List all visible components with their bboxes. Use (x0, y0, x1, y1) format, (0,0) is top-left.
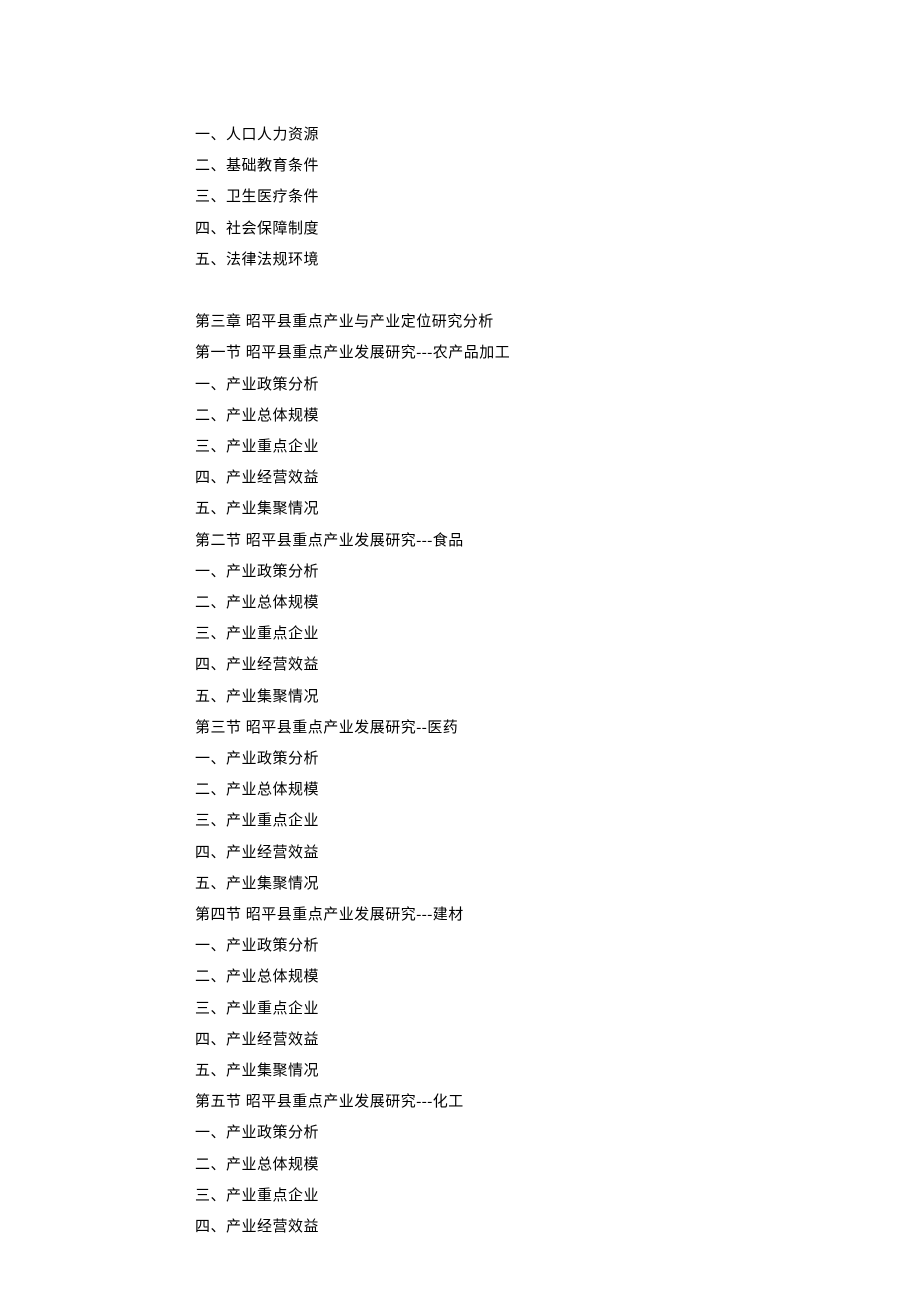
toc-line: 一、产业政策分析 (195, 1118, 725, 1149)
toc-line: 一、产业政策分析 (195, 744, 725, 775)
toc-line: 五、法律法规环境 (195, 245, 725, 276)
toc-line: 三、产业重点企业 (195, 806, 725, 837)
toc-line: 四、产业经营效益 (195, 1212, 725, 1243)
toc-line: 三、产业重点企业 (195, 432, 725, 463)
toc-line: 三、产业重点企业 (195, 1181, 725, 1212)
toc-line: 一、人口人力资源 (195, 120, 725, 151)
toc-line: 一、产业政策分析 (195, 931, 725, 962)
toc-line: 三、产业重点企业 (195, 994, 725, 1025)
toc-section-heading: 第三节 昭平县重点产业发展研究--医药 (195, 713, 725, 744)
toc-line: 四、产业经营效益 (195, 650, 725, 681)
toc-line: 二、基础教育条件 (195, 151, 725, 182)
toc-line: 四、社会保障制度 (195, 214, 725, 245)
toc-line: 一、产业政策分析 (195, 370, 725, 401)
toc-line: 二、产业总体规模 (195, 588, 725, 619)
toc-section-heading: 第四节 昭平县重点产业发展研究---建材 (195, 900, 725, 931)
toc-section-heading: 第五节 昭平县重点产业发展研究---化工 (195, 1087, 725, 1118)
toc-line: 一、产业政策分析 (195, 557, 725, 588)
toc-line: 五、产业集聚情况 (195, 1056, 725, 1087)
toc-line: 四、产业经营效益 (195, 838, 725, 869)
toc-section-heading: 第二节 昭平县重点产业发展研究---食品 (195, 526, 725, 557)
toc-line: 五、产业集聚情况 (195, 494, 725, 525)
document-content: 一、人口人力资源 二、基础教育条件 三、卫生医疗条件 四、社会保障制度 五、法律… (195, 120, 725, 1243)
toc-line: 三、卫生医疗条件 (195, 182, 725, 213)
toc-line: 三、产业重点企业 (195, 619, 725, 650)
toc-line: 二、产业总体规模 (195, 962, 725, 993)
toc-chapter-heading: 第三章 昭平县重点产业与产业定位研究分析 (195, 307, 725, 338)
toc-line: 四、产业经营效益 (195, 463, 725, 494)
toc-line: 二、产业总体规模 (195, 1150, 725, 1181)
toc-line: 四、产业经营效益 (195, 1025, 725, 1056)
toc-line: 五、产业集聚情况 (195, 869, 725, 900)
blank-line (195, 276, 725, 307)
toc-line: 二、产业总体规模 (195, 775, 725, 806)
toc-line: 二、产业总体规模 (195, 401, 725, 432)
toc-section-heading: 第一节 昭平县重点产业发展研究---农产品加工 (195, 338, 725, 369)
toc-line: 五、产业集聚情况 (195, 682, 725, 713)
